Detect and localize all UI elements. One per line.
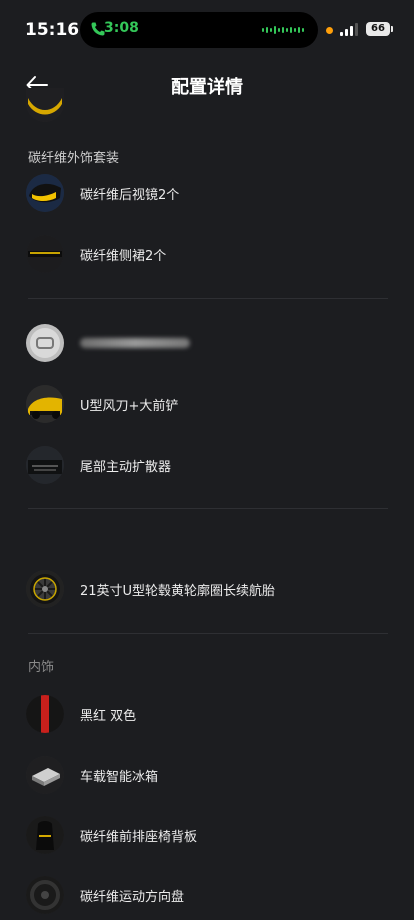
list-item-side-skirt[interactable]: 碳纤维侧裙2个 bbox=[0, 229, 414, 279]
status-bar: 15:16 3:08 66 bbox=[0, 0, 414, 60]
divider bbox=[28, 298, 388, 299]
battery-icon: 66 bbox=[366, 22, 390, 36]
privacy-dot-icon bbox=[326, 27, 333, 34]
audio-waveform-icon bbox=[262, 26, 304, 34]
list-item-wing[interactable]: U型风刀+大前铲 bbox=[0, 379, 414, 429]
list-item-mirror[interactable]: 碳纤维后视镜2个 bbox=[0, 168, 414, 218]
fridge-thumbnail bbox=[26, 756, 64, 794]
scrolled-item-thumbnail bbox=[26, 88, 64, 122]
list-item-diffuser[interactable]: 尾部主动扩散器 bbox=[0, 440, 414, 490]
item-label: 21英寸U型轮毂黄轮廓圈长续航胎 bbox=[80, 584, 276, 599]
item-label: 黑红 双色 bbox=[80, 709, 137, 724]
list-item-color-scheme[interactable]: 黑红 双色 bbox=[0, 689, 414, 739]
item-label: 车载智能冰箱 bbox=[80, 770, 159, 785]
status-time: 15:16 bbox=[25, 20, 80, 40]
battery-level: 66 bbox=[371, 23, 385, 34]
color-scheme-thumbnail bbox=[26, 695, 64, 733]
list-item-brand-badge[interactable] bbox=[0, 318, 414, 368]
item-label: 碳纤维后视镜2个 bbox=[80, 188, 180, 203]
blurred-item-label bbox=[80, 338, 190, 348]
wing-thumbnail bbox=[26, 385, 64, 423]
item-label: 尾部主动扩散器 bbox=[80, 460, 172, 475]
section-title-interior: 内饰 bbox=[28, 660, 55, 675]
side-skirt-thumbnail bbox=[26, 235, 64, 273]
seat-back-thumbnail bbox=[26, 816, 64, 854]
cellular-signal-icon bbox=[340, 23, 358, 36]
item-label: U型风刀+大前铲 bbox=[80, 399, 179, 414]
item-label: 碳纤维侧裙2个 bbox=[80, 249, 167, 264]
steering-wheel-thumbnail bbox=[26, 876, 64, 914]
mirror-thumbnail bbox=[26, 174, 64, 212]
dynamic-island-call[interactable]: 3:08 bbox=[80, 12, 318, 48]
list-item-seat-back[interactable]: 碳纤维前排座椅背板 bbox=[0, 810, 414, 860]
list-item-wheel[interactable]: 21英寸U型轮毂黄轮廓圈长续航胎 bbox=[0, 564, 414, 614]
wheel-thumbnail bbox=[26, 570, 64, 608]
list-item-steering-wheel[interactable]: 碳纤维运动方向盘 bbox=[0, 870, 414, 920]
item-label: 碳纤维前排座椅背板 bbox=[80, 830, 198, 845]
item-label: 碳纤维运动方向盘 bbox=[80, 890, 185, 905]
call-duration: 3:08 bbox=[104, 20, 139, 36]
logo-badge-thumbnail bbox=[26, 324, 64, 362]
list-item-fridge[interactable]: 车载智能冰箱 bbox=[0, 750, 414, 800]
diffuser-thumbnail bbox=[26, 446, 64, 484]
battery-cap bbox=[391, 26, 393, 32]
divider bbox=[28, 633, 388, 634]
section-title-exterior-kit: 碳纤维外饰套装 bbox=[28, 151, 120, 166]
divider bbox=[28, 508, 388, 509]
